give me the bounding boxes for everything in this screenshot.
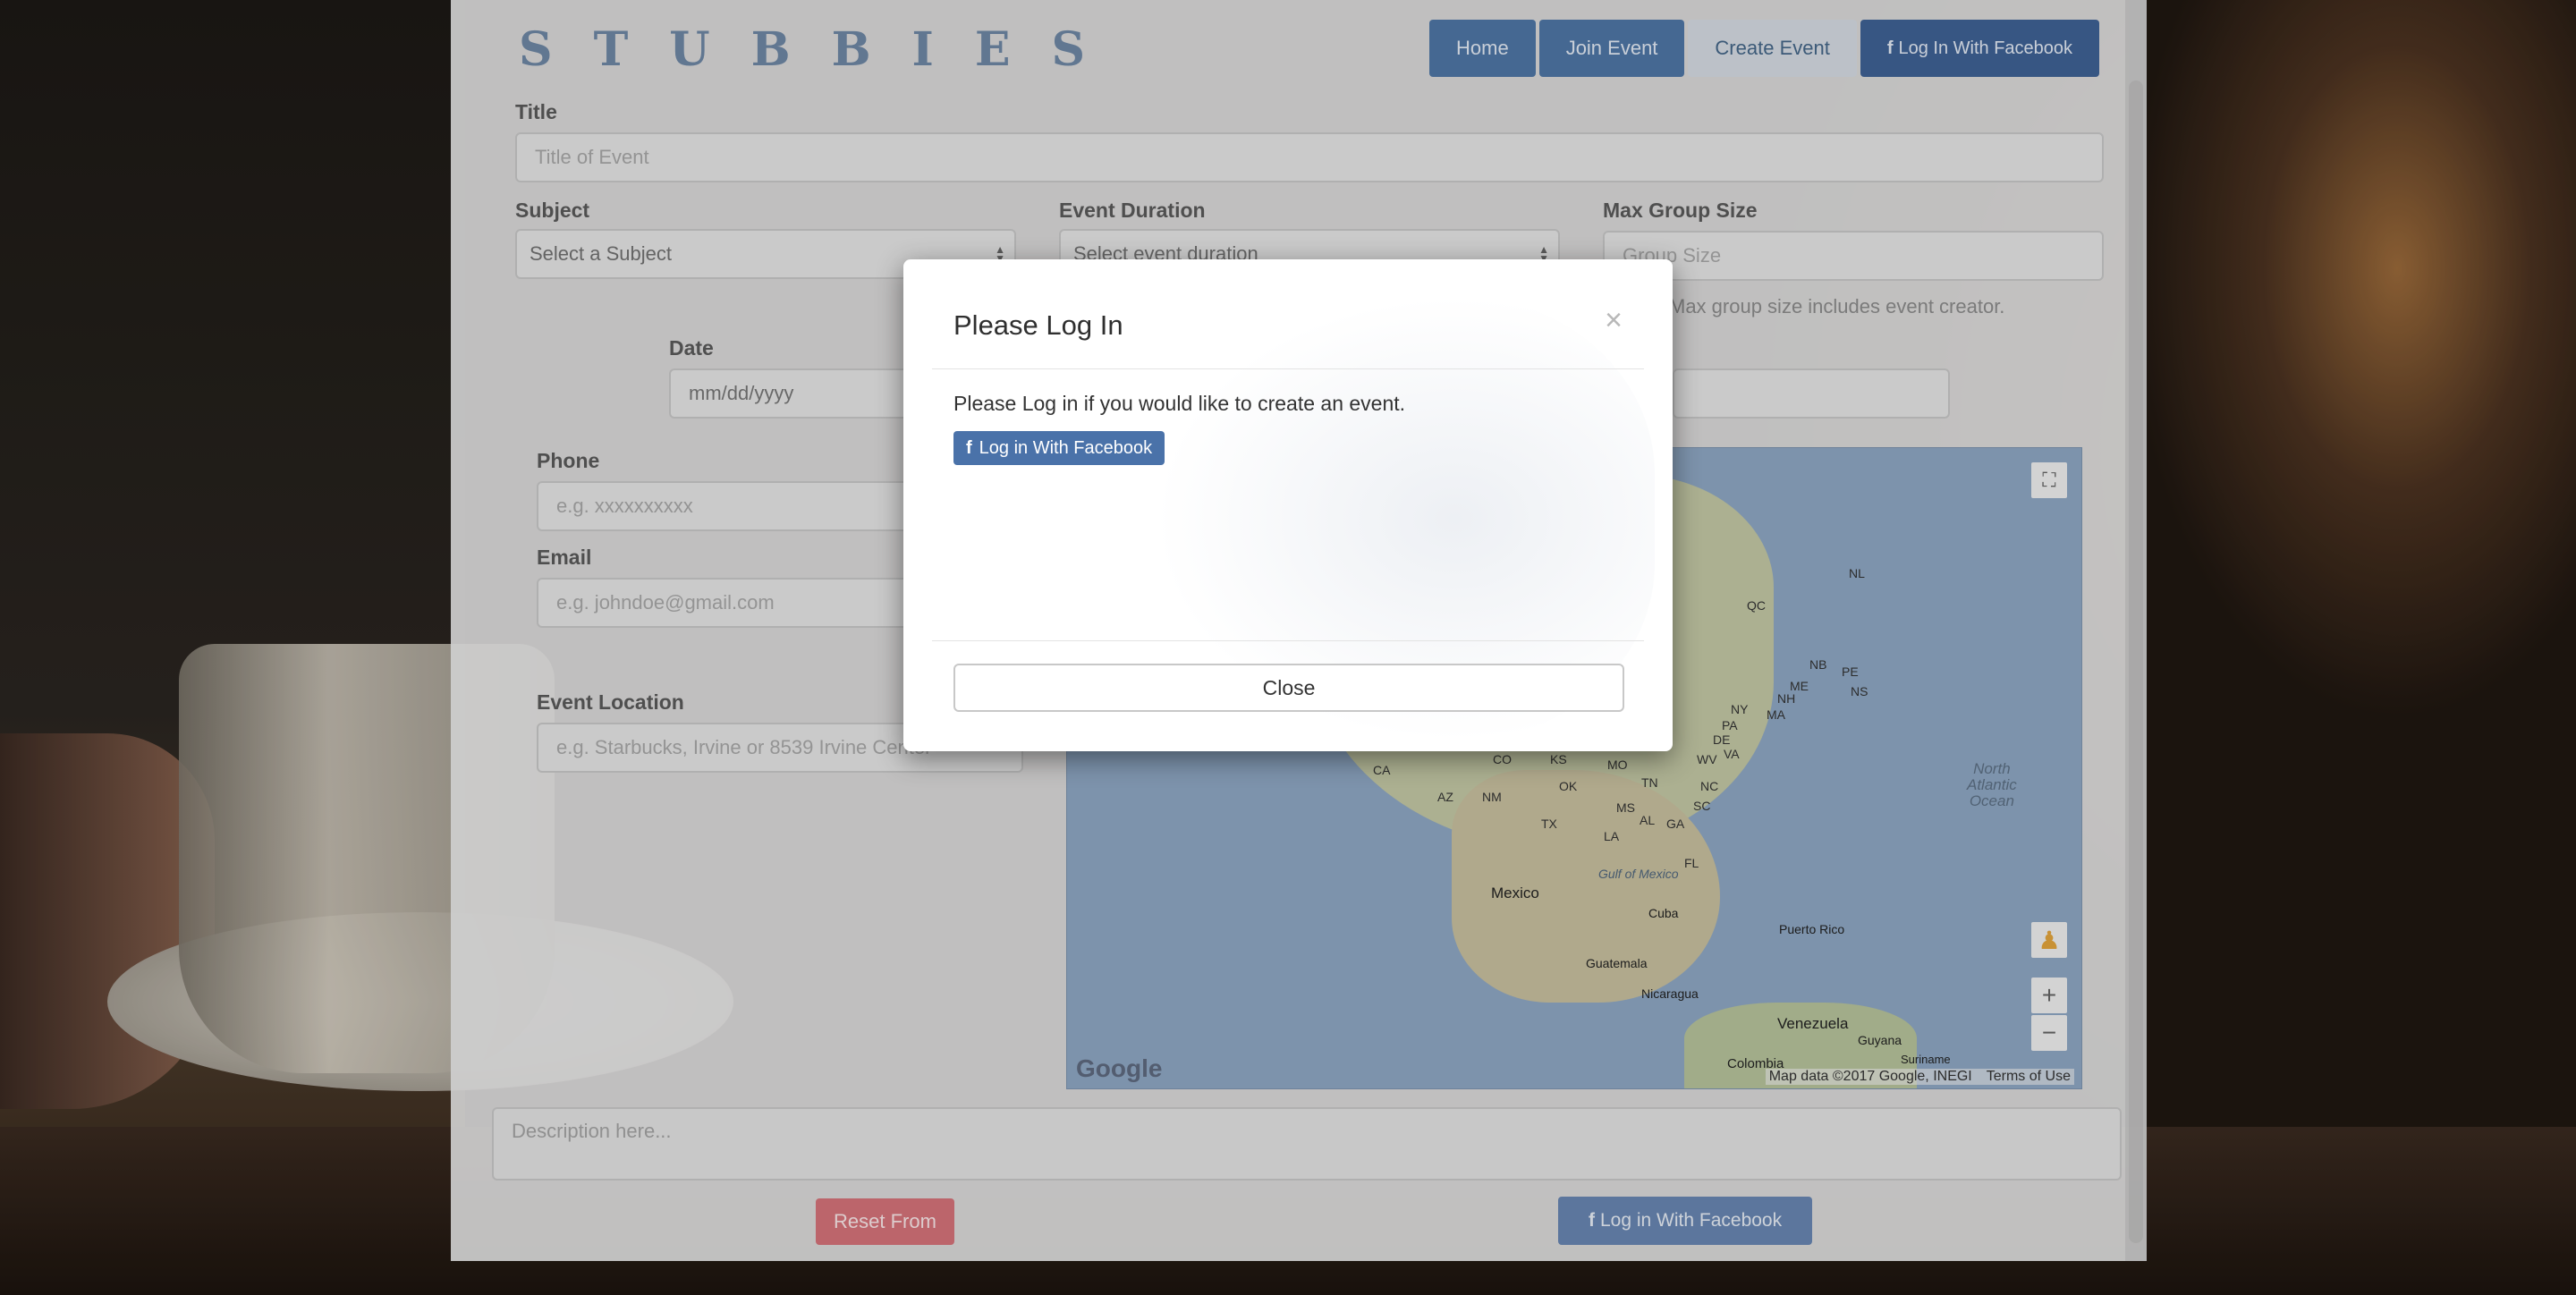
modal-facebook-login-button[interactable]: f Log in With Facebook — [953, 431, 1165, 465]
facebook-icon: f — [966, 437, 972, 458]
modal-footer-divider — [932, 640, 1644, 641]
modal-close-button[interactable]: Close — [953, 664, 1624, 712]
close-icon[interactable]: × — [1605, 305, 1623, 335]
modal-title: Please Log In — [953, 309, 1123, 341]
modal-header-divider — [932, 368, 1644, 369]
modal-body-text: Please Log in if you would like to creat… — [953, 392, 1406, 415]
login-modal: Please Log In × Please Log in if you wou… — [903, 259, 1673, 751]
